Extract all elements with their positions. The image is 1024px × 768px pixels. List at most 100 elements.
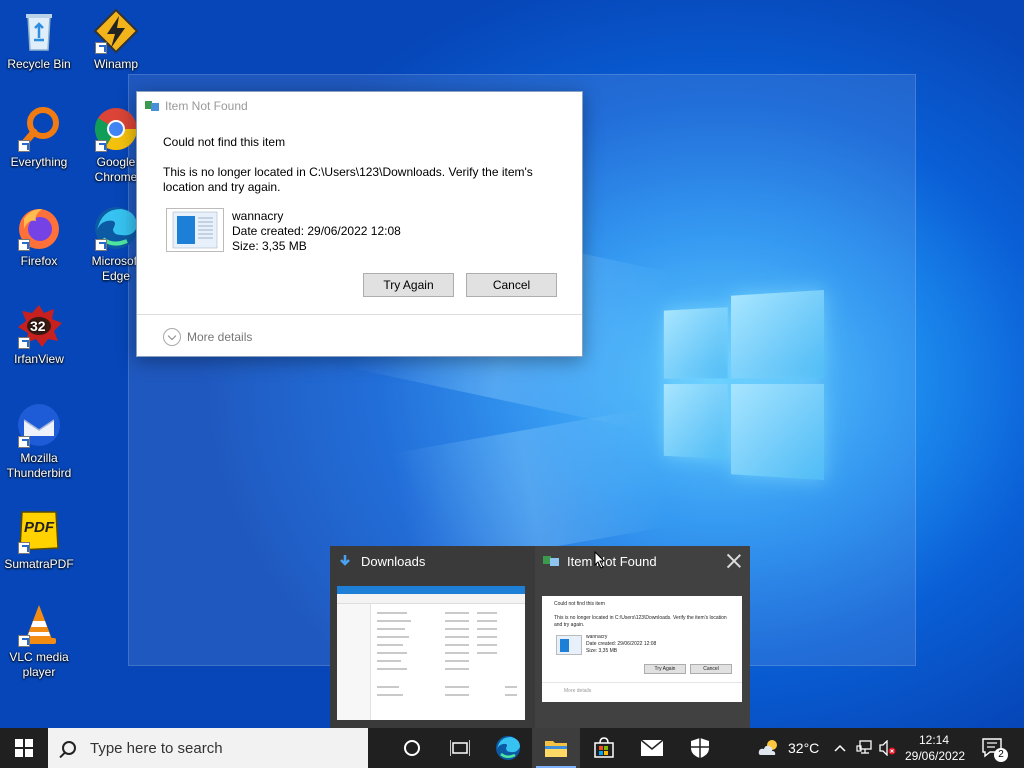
file-name: wannacry <box>232 209 284 223</box>
clock-date: 29/06/2022 <box>905 749 966 763</box>
network-wired-icon <box>856 740 872 754</box>
download-arrow-icon <box>340 555 350 566</box>
file-move-icon <box>145 100 159 112</box>
icon-label: Recycle Bin <box>7 57 71 71</box>
task-view-icon <box>450 740 470 756</box>
mini-file-size: Size: 3,35 MB <box>586 648 618 654</box>
file-size: Size: 3,35 MB <box>232 239 307 253</box>
icon-label: Everything <box>10 155 68 169</box>
notification-count: 2 <box>994 748 1008 762</box>
action-center-button[interactable]: 2 <box>982 728 1012 768</box>
desktop-icon-sumatrapdf[interactable]: PDF SumatraPDF <box>1 508 77 572</box>
mini-message: This is no longer located in C:\Users\12… <box>554 615 727 628</box>
desktop-icon-everything[interactable]: Everything <box>1 106 77 170</box>
thumbnail-downloads[interactable]: Downloads <box>330 546 535 728</box>
speaker-muted-icon <box>879 740 896 756</box>
try-again-button[interactable]: Try Again <box>363 273 454 297</box>
task-view-button[interactable] <box>436 728 484 768</box>
network-status[interactable] <box>856 728 874 768</box>
irfanview-icon: 32 <box>16 303 62 349</box>
icon-label: VLC media player <box>9 650 69 679</box>
explorer-preview <box>337 586 525 720</box>
icon-label: Mozilla Thunderbird <box>6 451 72 480</box>
icon-label: Google Chrome <box>94 155 138 184</box>
icon-label: Microsoft Edge <box>91 254 141 283</box>
desktop-icon-vlc[interactable]: VLC media player <box>1 601 77 680</box>
thumbnail-title: Item Not Found <box>567 553 657 569</box>
desktop-icon-recycle-bin[interactable]: Recycle Bin <box>1 8 77 72</box>
edge-icon <box>496 736 520 760</box>
cortana-button[interactable] <box>388 728 436 768</box>
dialog-title: Item Not Found <box>165 99 248 113</box>
dialog-titlebar[interactable]: Item Not Found <box>137 92 582 120</box>
taskbar-thumbnail-previews: Downloads Item Not Found Could not find … <box>330 546 750 728</box>
thunderbird-icon <box>16 402 62 448</box>
sumatrapdf-icon: PDF <box>16 508 62 554</box>
taskbar-edge[interactable] <box>484 728 532 768</box>
mini-file-name: wannacry <box>586 634 608 640</box>
item-not-found-dialog[interactable]: Item Not Found Could not find this item … <box>136 91 583 357</box>
winamp-icon <box>93 8 139 54</box>
cancel-button[interactable]: Cancel <box>466 273 557 297</box>
weather-widget[interactable]: 32°C <box>758 728 819 768</box>
show-hidden-icons-button[interactable] <box>834 728 846 768</box>
vlc-cone-icon <box>16 601 62 647</box>
search-icon <box>62 741 76 755</box>
desktop-icon-winamp[interactable]: Winamp <box>78 8 154 72</box>
shield-icon <box>691 738 709 758</box>
mail-icon <box>640 739 664 756</box>
folder-icon <box>545 741 567 757</box>
mini-try-again: Try Again <box>644 664 686 674</box>
desktop-icon-firefox[interactable]: Firefox <box>1 205 77 269</box>
everything-search-icon <box>16 106 62 152</box>
taskbar-security[interactable] <box>676 728 724 768</box>
mini-heading: Could not find this item <box>554 601 605 607</box>
taskbar-mail[interactable] <box>628 728 676 768</box>
icon-label: Winamp <box>93 57 138 71</box>
desktop-wallpaper: Recycle Bin Winamp Everything Google Chr… <box>0 0 1024 728</box>
mini-file-date: Date created: 29/06/2022 12:08 <box>586 641 657 647</box>
irfanview-badge: 32 <box>30 318 46 334</box>
cortana-circle-icon <box>404 740 420 756</box>
mouse-cursor-icon <box>594 551 606 569</box>
sumatra-badge: PDF <box>24 519 54 536</box>
more-details-label: More details <box>187 329 253 344</box>
dialog-message: This is no longer located in C:\Users\12… <box>163 165 533 194</box>
recycle-bin-icon <box>16 8 62 54</box>
search-placeholder: Type here to search <box>90 739 223 757</box>
taskbar-file-explorer[interactable] <box>532 728 580 768</box>
mini-more-details: More details <box>564 688 592 694</box>
chevron-down-icon <box>163 327 181 346</box>
firefox-icon <box>16 205 62 251</box>
taskbar-clock[interactable]: 12:14 29/06/2022 <box>905 732 966 764</box>
dialog-preview: Could not find this item This is no long… <box>542 596 742 702</box>
desktop-icon-irfanview[interactable]: 32 IrfanView <box>1 303 77 367</box>
weather-cloud-sun-icon <box>758 740 777 755</box>
temperature: 32°C <box>788 740 820 756</box>
edge-icon <box>93 205 139 251</box>
thumbnail-item-not-found[interactable]: Item Not Found Could not find this item … <box>535 546 750 728</box>
taskbar: Type here to search 32°C 12:14 29/06/202… <box>0 728 1024 768</box>
store-bag-icon <box>594 737 614 758</box>
more-details-toggle[interactable]: More details <box>137 314 582 358</box>
icon-label: IrfanView <box>14 352 64 366</box>
taskbar-store[interactable] <box>580 728 628 768</box>
mini-cancel: Cancel <box>690 664 732 674</box>
file-thumbnail-icon <box>166 208 224 252</box>
volume-control[interactable] <box>878 728 896 768</box>
icon-label: Firefox <box>20 254 58 268</box>
clock-time: 12:14 <box>918 733 950 747</box>
taskbar-search-box[interactable]: Type here to search <box>48 728 368 768</box>
chevron-up-icon <box>834 744 846 752</box>
icon-label: SumatraPDF <box>4 557 74 571</box>
thumbnail-title: Downloads <box>361 553 426 569</box>
dialog-heading: Could not find this item <box>163 135 286 149</box>
start-button[interactable] <box>0 728 48 768</box>
chrome-icon <box>93 106 139 152</box>
close-icon[interactable] <box>726 553 742 569</box>
desktop-icon-thunderbird[interactable]: Mozilla Thunderbird <box>1 402 77 481</box>
file-move-icon <box>543 556 559 566</box>
windows-logo-icon <box>15 739 33 757</box>
file-date-created: Date created: 29/06/2022 12:08 <box>232 224 401 238</box>
file-info: wannacry Date created: 29/06/2022 12:08 … <box>232 209 401 254</box>
